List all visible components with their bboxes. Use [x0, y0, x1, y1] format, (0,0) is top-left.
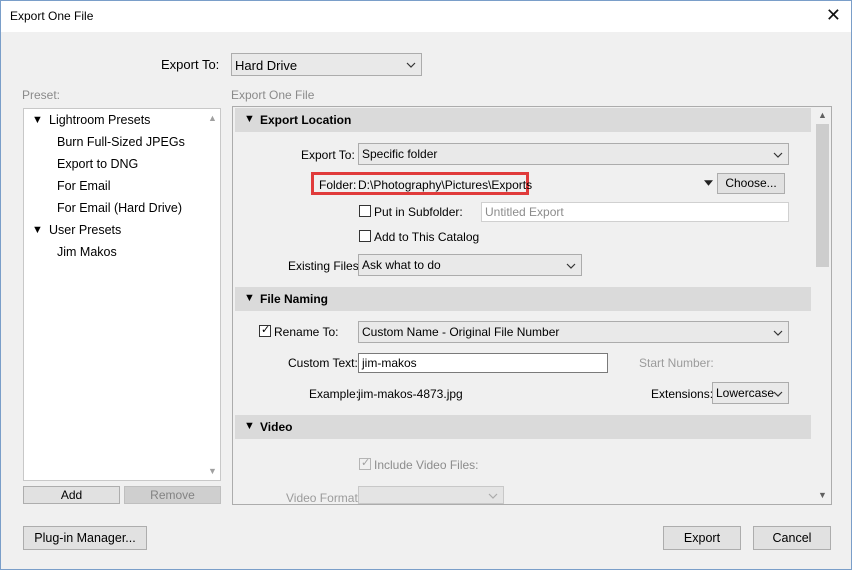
scroll-down-icon[interactable]: ▼	[814, 487, 831, 504]
expand-triangle-icon[interactable]: ▼	[32, 224, 43, 236]
preset-item[interactable]: Burn Full-Sized JPEGs	[57, 135, 185, 149]
section-title: Video	[260, 420, 293, 434]
scroll-up-icon[interactable]: ▲	[814, 107, 831, 124]
scroll-up-icon[interactable]: ▲	[204, 110, 221, 127]
chevron-down-icon	[773, 330, 783, 336]
collapse-triangle-icon[interactable]: ▼	[244, 292, 255, 304]
custom-text-input[interactable]: jim-makos	[358, 353, 608, 373]
example-value: jim-makos-4873.jpg	[358, 387, 463, 401]
custom-text-label: Custom Text:	[288, 356, 358, 370]
extensions-dropdown[interactable]: Lowercase	[712, 382, 789, 404]
add-to-catalog-checkbox[interactable]	[359, 230, 371, 242]
preset-group-lightroom[interactable]: Lightroom Presets	[49, 113, 150, 127]
add-preset-button[interactable]: Add	[23, 486, 120, 504]
custom-text-value: jim-makos	[362, 356, 417, 370]
window-title: Export One File	[10, 9, 94, 23]
location-export-to-dropdown[interactable]: Specific folder	[358, 143, 789, 165]
include-video-label: Include Video Files:	[374, 458, 479, 472]
subfolder-placeholder: Untitled Export	[485, 205, 564, 219]
export-to-label: Export To:	[161, 57, 220, 72]
chevron-down-icon	[773, 391, 783, 397]
add-to-catalog-label: Add to This Catalog	[374, 230, 480, 244]
plugin-manager-button[interactable]: Plug-in Manager...	[23, 526, 147, 550]
preset-item[interactable]: For Email	[57, 179, 110, 193]
chevron-down-icon	[488, 493, 498, 499]
checkmark-icon: ✓	[261, 324, 271, 336]
checkmark-icon: ✓	[361, 457, 371, 469]
section-title: File Naming	[260, 292, 329, 306]
rename-template-dropdown[interactable]: Custom Name - Original File Number	[358, 321, 789, 343]
start-number-label: Start Number:	[639, 356, 714, 370]
collapse-triangle-icon[interactable]: ▼	[244, 113, 255, 125]
existing-files-value: Ask what to do	[362, 258, 441, 272]
video-format-dropdown[interactable]	[358, 486, 504, 504]
collapse-triangle-icon[interactable]: ▼	[244, 420, 255, 432]
settings-scrollbar[interactable]: ▲ ▼	[814, 107, 831, 504]
expand-triangle-icon[interactable]: ▼	[32, 114, 43, 126]
export-button[interactable]: Export	[663, 526, 741, 550]
remove-preset-button[interactable]: Remove	[124, 486, 221, 504]
preset-item[interactable]: For Email (Hard Drive)	[57, 201, 182, 215]
location-export-to-label: Export To:	[301, 148, 355, 162]
export-dialog: Export One File ✕ Export To: Hard Drive …	[0, 0, 852, 570]
extensions-label: Extensions:	[651, 387, 714, 401]
folder-path: D:\Photography\Pictures\Exports	[358, 178, 533, 192]
chevron-down-icon	[566, 263, 576, 269]
folder-history-dropdown-icon[interactable]	[704, 179, 713, 187]
export-to-value: Hard Drive	[235, 58, 298, 73]
rename-to-checkbox[interactable]: ✓	[259, 324, 271, 337]
subfolder-checkbox[interactable]	[359, 205, 371, 217]
video-format-label: Video Format:	[286, 491, 362, 505]
panel-title: Export One File	[231, 88, 315, 102]
extensions-value: Lowercase	[716, 386, 775, 400]
preset-item[interactable]: Export to DNG	[57, 157, 138, 171]
include-video-checkbox[interactable]: ✓	[359, 457, 371, 470]
export-to-dropdown[interactable]: Hard Drive	[231, 53, 422, 76]
preset-tree: ▼ Lightroom Presets Burn Full-Sized JPEG…	[23, 108, 221, 481]
rename-template-value: Custom Name - Original File Number	[362, 325, 560, 339]
scrollbar-thumb[interactable]	[816, 124, 829, 267]
section-header-export-location[interactable]: ▼ Export Location	[235, 108, 811, 132]
close-icon[interactable]: ✕	[826, 5, 841, 25]
scroll-down-icon[interactable]: ▼	[204, 463, 221, 480]
section-header-video[interactable]: ▼ Video	[235, 415, 811, 439]
chevron-down-icon	[773, 152, 783, 158]
choose-folder-button[interactable]: Choose...	[717, 173, 785, 194]
existing-files-dropdown[interactable]: Ask what to do	[358, 254, 582, 276]
chevron-down-icon	[406, 62, 416, 68]
cancel-button[interactable]: Cancel	[753, 526, 831, 550]
folder-label: Folder:	[319, 178, 357, 192]
rename-to-label: Rename To:	[274, 325, 339, 339]
existing-files-label: Existing Files:	[288, 259, 363, 273]
section-header-file-naming[interactable]: ▼ File Naming	[235, 287, 811, 311]
preset-group-user[interactable]: User Presets	[49, 223, 121, 237]
example-label: Example:	[309, 387, 360, 401]
title-bar: Export One File ✕	[1, 1, 851, 32]
section-title: Export Location	[260, 113, 352, 127]
location-export-to-value: Specific folder	[362, 147, 438, 161]
preset-label: Preset:	[22, 88, 61, 102]
subfolder-label: Put in Subfolder:	[374, 205, 463, 219]
subfolder-input[interactable]: Untitled Export	[481, 202, 789, 222]
preset-item[interactable]: Jim Makos	[57, 245, 117, 259]
